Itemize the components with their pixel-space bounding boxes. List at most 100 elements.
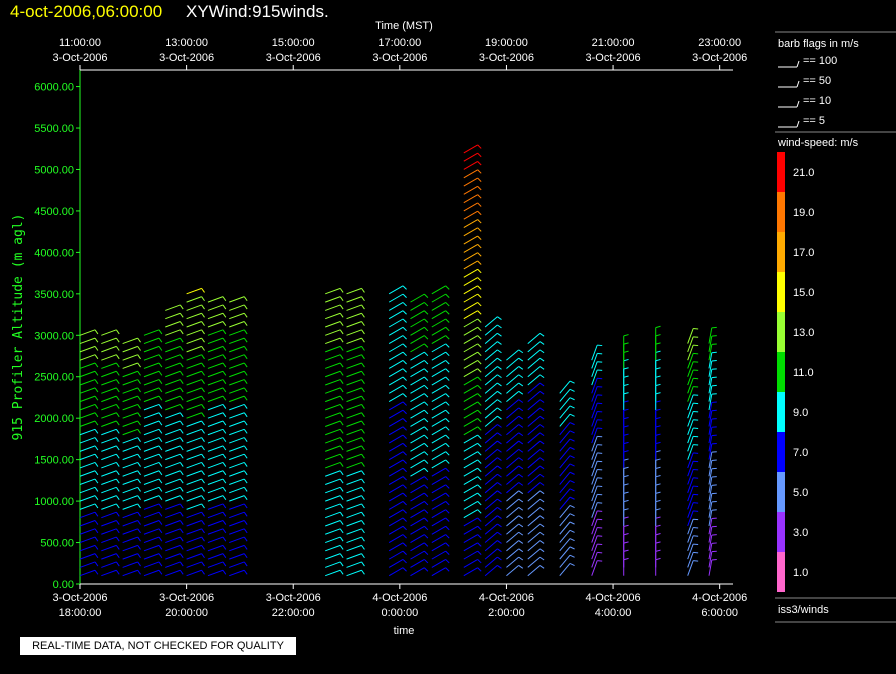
wind-barb-flag [222,429,227,434]
wind-barb-flag [445,376,450,381]
wind-barb-shaft [122,395,138,403]
wind-barb-flag [201,296,205,302]
wind-barb-flag [361,503,365,509]
wind-barb-flag [655,524,661,528]
wind-barb-shaft [484,565,498,577]
wind-barb-shaft [207,520,224,527]
wind-barb-shaft [687,427,694,444]
wind-barb-flag [222,404,227,409]
wind-barb-flag [201,495,205,501]
wind-barb-shaft [79,453,96,461]
wind-barb-shaft [325,312,341,320]
wind-barb-flag [424,534,429,539]
wind-barb-shaft [591,535,598,552]
wind-barb-shaft [410,326,425,336]
wind-barb-flag [339,536,344,542]
wind-barb-flag [179,387,184,393]
wind-barb-flag [477,326,482,332]
wind-barb-flag [158,346,163,351]
wind-barb-flag [243,404,248,409]
wind-barb-shaft [463,542,478,552]
wind-barb-flag [94,561,99,567]
wind-barb-shaft [207,486,224,494]
wind-barb-flag [158,545,163,550]
wind-barb-shaft [325,304,341,311]
wind-barb-flag [222,337,227,343]
wind-barb-flag [339,453,344,459]
wind-barb-flag [222,387,227,393]
x-tick-label-time: 0:00:00 [381,607,418,619]
wind-barb-shaft [325,362,341,369]
wind-barb-shaft [143,437,160,444]
wind-barb-shaft [527,357,541,369]
wind-barb-shaft [229,437,245,444]
wind-barb-flag [477,285,482,290]
x-top-tick-label-time: 11:00:00 [59,37,101,49]
wind-barb-shaft [143,520,160,527]
wind-barb-shaft [687,353,694,369]
wind-barb-flag [222,495,227,501]
wind-barb-shaft [410,467,425,477]
wind-barb-flag [655,392,661,395]
wind-barb-shaft [388,376,404,386]
wind-barb-shaft [79,403,96,411]
wind-barb-shaft [325,478,341,485]
wind-barb-shaft [388,326,404,336]
wind-barb-shaft [79,561,96,568]
wind-barb-flag [158,412,163,418]
wind-barb-flag [655,499,661,503]
wind-barb-shaft [506,548,520,560]
wind-barb-shaft [101,345,117,353]
wind-barb-flag [158,354,163,360]
wind-barb-flag [158,362,163,368]
wind-barb-flag [497,490,502,495]
wind-barb-flag [477,310,482,315]
wind-barb-flag [137,553,141,559]
wind-barb-shaft [388,409,404,419]
wind-barb-flag [201,470,205,476]
wind-barb-flag [137,478,141,484]
wind-barb-shaft [388,310,404,320]
wind-barb-flag [655,533,661,536]
wind-barb-flag [477,260,482,265]
wind-barb-shaft [506,540,520,552]
wind-barb-shaft [463,534,478,543]
wind-barb-flag [424,418,429,423]
wind-barb-flag [243,462,248,467]
wind-barb-flag [402,501,407,506]
wind-barb-flag [539,448,545,453]
wind-barb-flag [539,432,545,437]
wind-barb-shaft [207,395,224,403]
wind-barb-shaft [346,403,362,411]
wind-barb-shaft [165,304,181,311]
wind-barb-shaft [122,387,138,394]
wind-barb-flag [361,362,365,368]
wind-barb-flag [402,492,407,497]
wind-barb-shaft [122,495,138,502]
wind-barb-flag [115,528,120,534]
wind-barb-flag [623,334,629,337]
speed-legend-swatch [777,432,785,472]
wind-barb-shaft [101,428,117,436]
wind-barb-shaft [687,394,694,411]
wind-barb-shaft [122,379,138,386]
wind-barb-shaft [186,495,202,502]
wind-barb-flag [445,310,450,315]
wind-barb-shaft [388,517,404,527]
speed-legend-label: 1.0 [793,567,808,579]
wind-barb-flag [179,395,184,401]
speed-legend-swatch [777,152,785,192]
wind-barb-flag [137,470,141,476]
wind-barb-shaft [388,335,404,345]
wind-barb-shaft [143,379,160,386]
wind-barb-shaft [591,494,598,510]
wind-barb-flag [518,482,524,486]
wind-barb-flag [402,534,407,539]
wind-barb-flag [115,346,120,351]
wind-barb-flag [655,408,661,411]
x-top-tick-label-date: 3-Oct-2006 [586,52,641,64]
wind-barb-flag [518,540,524,544]
wind-barb-flag [339,395,344,401]
wind-barb-flag [497,382,502,387]
y-tick-label: 2500.00 [34,372,74,384]
